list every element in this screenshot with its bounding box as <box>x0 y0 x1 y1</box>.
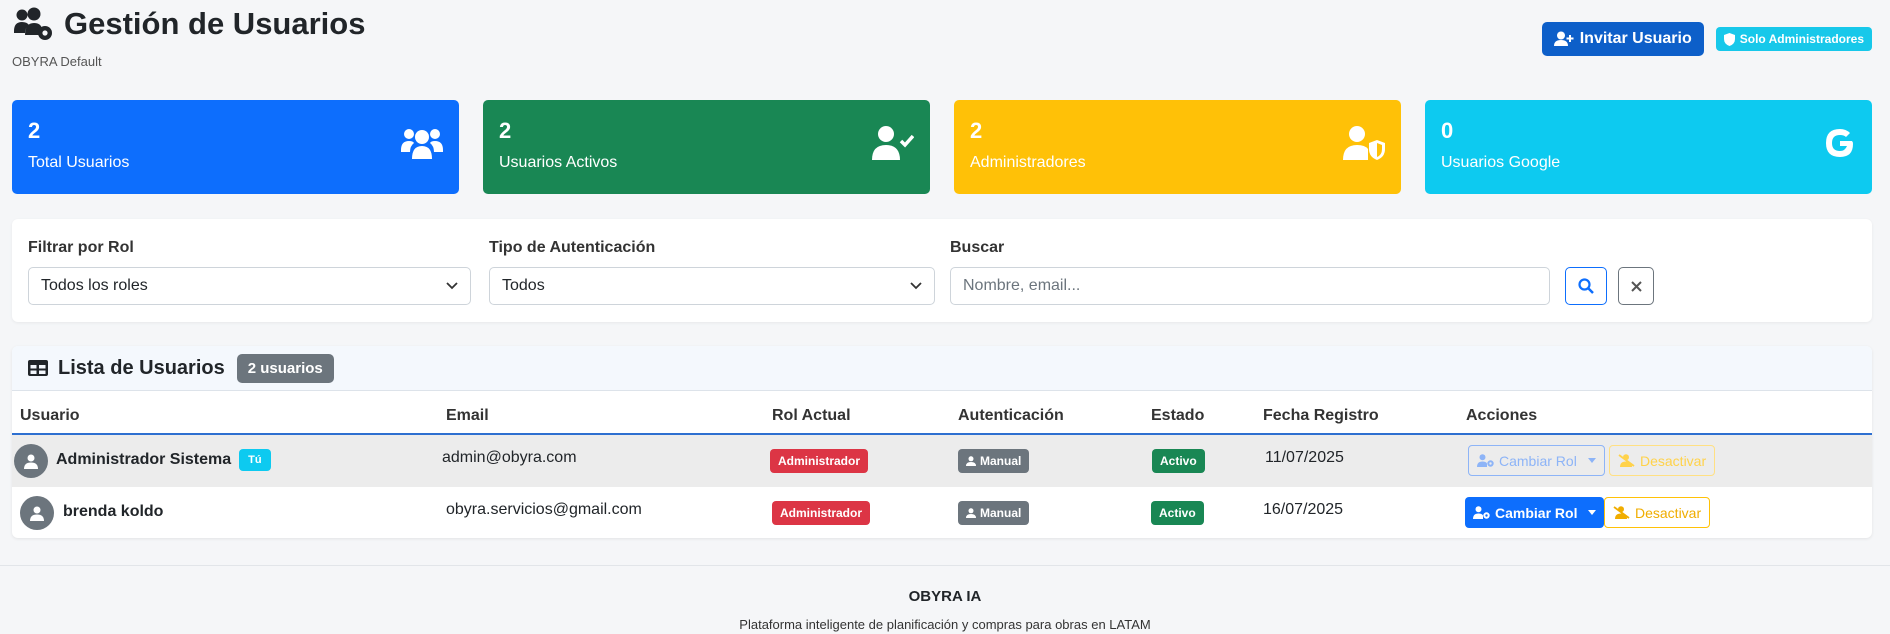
chevron-down-icon <box>910 282 922 290</box>
organization-name: OBYRA Default <box>12 54 102 69</box>
user-slash-icon <box>1618 454 1635 467</box>
search-input[interactable]: Nombre, email... <box>950 267 1550 305</box>
invite-user-label: Invitar Usuario <box>1579 30 1692 47</box>
registration-date: 16/07/2025 <box>1263 501 1344 518</box>
stat-label: Administradores <box>970 154 1086 171</box>
stat-value: 2 <box>499 118 512 143</box>
role-badge: Administrador <box>772 501 871 525</box>
column-header-actions: Acciones <box>1466 407 1538 424</box>
users-table-card: Lista de Usuarios 2 usuarios Usuario Ema… <box>12 346 1872 538</box>
deactivate-label: Desactivar <box>1640 452 1707 469</box>
user-icon <box>966 508 976 518</box>
table-icon <box>28 360 48 376</box>
admin-only-label: Solo Administradores <box>1739 32 1864 46</box>
status-badge: Activo <box>1152 449 1205 473</box>
change-role-label: Cambiar Rol <box>1499 452 1577 469</box>
column-header-auth: Autenticación <box>958 407 1064 424</box>
user-shield-icon <box>1343 126 1385 160</box>
column-header-status: Estado <box>1151 407 1205 424</box>
clear-filters-button[interactable] <box>1618 267 1654 305</box>
google-icon <box>1826 129 1853 157</box>
deactivate-label: Desactivar <box>1635 504 1702 521</box>
footer-brand: OBYRA IA <box>908 588 982 605</box>
auth-badge: Manual <box>958 501 1030 525</box>
stat-label: Usuarios Activos <box>499 154 618 171</box>
user-name-cell: Administrador Sistema Tú <box>56 449 271 471</box>
user-check-icon <box>872 126 914 160</box>
auth-filter-value: Todos <box>502 277 545 294</box>
auth-filter-select[interactable]: Todos <box>489 267 935 305</box>
user-plus-icon <box>1553 31 1574 46</box>
role-filter-select[interactable]: Todos los roles <box>28 267 471 305</box>
user-name: Administrador Sistema <box>56 451 232 469</box>
stat-card-admins: 2 Administradores <box>954 100 1401 194</box>
stat-value: 2 <box>28 118 41 143</box>
registration-date: 11/07/2025 <box>1265 449 1344 466</box>
auth-badge-text: Manual <box>980 454 1022 468</box>
role-filter-value: Todos los roles <box>41 277 148 294</box>
user-icon <box>30 506 44 521</box>
search-button[interactable] <box>1565 267 1607 305</box>
page-footer: OBYRA IA Plataforma inteligente de plani… <box>0 565 1890 634</box>
avatar <box>14 444 48 478</box>
user-slash-icon <box>1613 506 1630 519</box>
users-cog-icon <box>14 7 52 40</box>
filters-panel: Filtrar por Rol Todos los roles Tipo de … <box>12 219 1872 322</box>
table-head: Usuario Email Rol Actual Autenticación E… <box>12 391 1872 435</box>
close-icon <box>1630 280 1642 292</box>
change-role-button[interactable]: Cambiar Rol <box>1465 497 1605 528</box>
status-badge: Activo <box>1151 501 1204 525</box>
user-cog-icon <box>1473 506 1490 519</box>
search-icon <box>1578 278 1594 294</box>
auth-badge: Manual <box>958 449 1030 473</box>
stat-card-google-users: 0 Usuarios Google <box>1425 100 1872 194</box>
stat-value: 0 <box>1441 118 1454 143</box>
shield-icon <box>1723 32 1735 46</box>
footer-tagline: Plataforma inteligente de planificación … <box>739 617 1151 632</box>
column-header-date: Fecha Registro <box>1263 407 1379 424</box>
search-label: Buscar <box>950 239 1005 256</box>
search-placeholder: Nombre, email... <box>963 277 1081 294</box>
deactivate-button[interactable]: Desactivar <box>1604 497 1711 528</box>
page-header: Gestión de Usuarios OBYRA Default Invita… <box>12 6 1872 76</box>
page-title-text: Gestión de Usuarios <box>64 6 366 41</box>
change-role-label: Cambiar Rol <box>1495 504 1578 521</box>
role-badge: Administrador <box>770 449 869 473</box>
stat-value: 2 <box>970 118 983 143</box>
user-name-cell: brenda koldo <box>63 503 163 521</box>
table-row: brenda koldo obyra.servicios@gmail.com A… <box>12 487 1872 538</box>
stats-row: 2 Total Usuarios 2 Usuarios Activos 2 Ad… <box>12 100 1872 194</box>
auth-badge-text: Manual <box>980 506 1022 520</box>
caret-down-icon <box>1587 458 1596 463</box>
column-header-role: Rol Actual <box>772 407 851 424</box>
column-header-user: Usuario <box>20 407 80 424</box>
users-table-title: Lista de Usuarios <box>58 356 225 379</box>
user-count-badge: 2 usuarios <box>236 353 334 383</box>
stat-label: Total Usuarios <box>28 154 130 171</box>
chevron-down-icon <box>446 282 458 290</box>
stat-card-active-users: 2 Usuarios Activos <box>483 100 930 194</box>
table-row: Administrador Sistema Tú admin@obyra.com … <box>12 435 1872 487</box>
column-header-email: Email <box>446 407 489 424</box>
stat-label: Usuarios Google <box>1441 154 1561 171</box>
user-cog-icon <box>1477 454 1494 467</box>
stat-card-total-users: 2 Total Usuarios <box>12 100 459 194</box>
auth-filter-label: Tipo de Autenticación <box>489 239 656 256</box>
users-table-header: Lista de Usuarios 2 usuarios <box>12 346 1872 391</box>
role-filter-label: Filtrar por Rol <box>28 239 134 256</box>
current-user-badge: Tú <box>239 449 271 471</box>
caret-down-icon <box>1588 510 1597 515</box>
change-role-button[interactable]: Cambiar Rol <box>1468 445 1605 476</box>
user-icon <box>966 456 976 466</box>
admin-only-badge: Solo Administradores <box>1715 27 1872 51</box>
avatar <box>20 496 54 530</box>
user-icon <box>24 454 38 469</box>
invite-user-button[interactable]: Invitar Usuario <box>1541 22 1704 56</box>
user-email: admin@obyra.com <box>442 449 577 466</box>
user-name: brenda koldo <box>63 503 164 520</box>
user-email: obyra.servicios@gmail.com <box>446 501 642 518</box>
deactivate-button[interactable]: Desactivar <box>1609 445 1716 476</box>
users-icon <box>401 129 443 159</box>
